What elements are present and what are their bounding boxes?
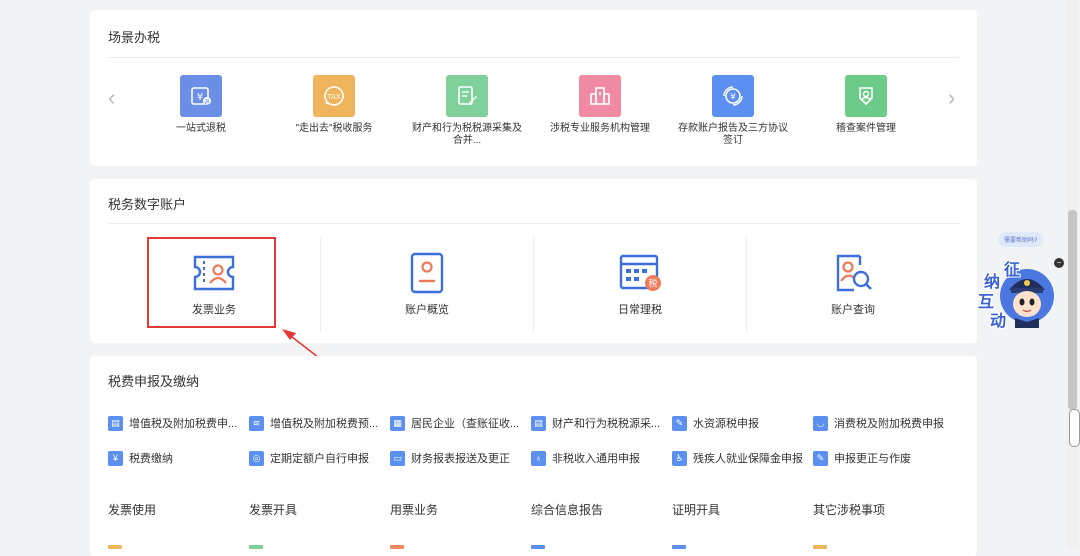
declare-item[interactable]: ♁ 非税收入通用申报 bbox=[531, 449, 640, 467]
scrollbar-thumb[interactable] bbox=[1068, 210, 1077, 410]
declare-item-label: 非税收入通用申报 bbox=[552, 453, 640, 465]
close-icon[interactable]: − bbox=[1054, 258, 1064, 268]
water-form-icon: ✎ bbox=[672, 415, 687, 431]
declare-item[interactable]: ≋ 增值税及附加税费预... bbox=[249, 414, 378, 432]
declare-item[interactable]: ▤ 财产和行为税税源采... bbox=[531, 414, 660, 432]
assistant-widget[interactable]: 需要帮助吗? − 征 纳 互 动 bbox=[975, 232, 1070, 332]
declare-item[interactable]: ▦ 居民企业（查账征收... bbox=[390, 414, 519, 432]
category-icon bbox=[672, 545, 686, 549]
declare-item-label: 增值税及附加税费预... bbox=[270, 418, 379, 430]
declare-title: 税费申报及缴纳 bbox=[108, 374, 200, 389]
helper-char: 征 bbox=[1004, 262, 1021, 279]
category-info-report[interactable]: 综合信息报告 bbox=[531, 501, 603, 518]
declare-item-label: 残疾人就业保障金申报 bbox=[693, 453, 803, 465]
accessibility-icon: ♿ bbox=[672, 450, 687, 466]
payment-icon: ¥ bbox=[108, 450, 123, 466]
category-invoice-issue[interactable]: 发票开具 bbox=[249, 501, 297, 518]
declare-item-label: 财务报表报送及更正 bbox=[411, 453, 510, 465]
help-bubble[interactable]: 需要帮助吗? bbox=[998, 232, 1044, 247]
coins-stack-icon: ≋ bbox=[249, 415, 264, 431]
category-invoice-use[interactable]: 发票使用 bbox=[108, 501, 156, 518]
category-icon bbox=[390, 545, 404, 549]
category-icon bbox=[813, 545, 827, 549]
category-ticket-business[interactable]: 用票业务 bbox=[390, 501, 438, 518]
declare-item-label: 居民企业（查账征收... bbox=[411, 418, 520, 430]
category-icon bbox=[531, 545, 545, 549]
declare-item-label: 定期定额户自行申报 bbox=[270, 453, 369, 465]
declare-item-label: 财产和行为税税源采... bbox=[552, 418, 661, 430]
non-tax-icon: ♁ bbox=[531, 450, 546, 466]
declare-item-label: 水资源税申报 bbox=[693, 418, 759, 430]
quota-icon: ◎ bbox=[249, 450, 264, 466]
declare-item[interactable]: ◎ 定期定额户自行申报 bbox=[249, 449, 369, 467]
scroll-handle[interactable] bbox=[1069, 409, 1080, 447]
category-icon bbox=[249, 545, 263, 549]
declare-item[interactable]: ✎ 申报更正与作废 bbox=[813, 449, 911, 467]
declare-item[interactable]: ▭ 财务报表报送及更正 bbox=[390, 449, 510, 467]
correction-icon: ✎ bbox=[813, 450, 828, 466]
declare-item[interactable]: ◡ 消费税及附加税费申报 bbox=[813, 414, 944, 432]
basket-icon: ◡ bbox=[813, 415, 828, 431]
tax-declare-card: 税费申报及缴纳 ▤ 增值税及附加税费申... ≋ 增值税及附加税费预... ▦ 居民企… bbox=[90, 356, 977, 556]
declare-item[interactable]: ▤ 增值税及附加税费申... bbox=[108, 414, 237, 432]
declare-item[interactable]: ✎ 水资源税申报 bbox=[672, 414, 759, 432]
category-certificate[interactable]: 证明开具 bbox=[672, 501, 720, 518]
category-other-tax[interactable]: 其它涉税事项 bbox=[813, 501, 885, 518]
calendar-icon: ▦ bbox=[390, 415, 405, 431]
vat-form-icon: ▤ bbox=[108, 415, 123, 431]
property-form-icon: ▤ bbox=[531, 415, 546, 431]
declare-item-label: 申报更正与作废 bbox=[834, 453, 911, 465]
declare-item[interactable]: ¥ 税费缴纳 bbox=[108, 449, 173, 467]
category-icon bbox=[108, 545, 122, 549]
helper-char: 动 bbox=[990, 313, 1007, 330]
declare-item-label: 消费税及附加税费申报 bbox=[834, 418, 944, 430]
report-icon: ▭ bbox=[390, 450, 405, 466]
declare-item[interactable]: ♿ 残疾人就业保障金申报 bbox=[672, 449, 803, 467]
declare-item-label: 税费缴纳 bbox=[129, 453, 173, 465]
declare-item-label: 增值税及附加税费申... bbox=[129, 418, 238, 430]
